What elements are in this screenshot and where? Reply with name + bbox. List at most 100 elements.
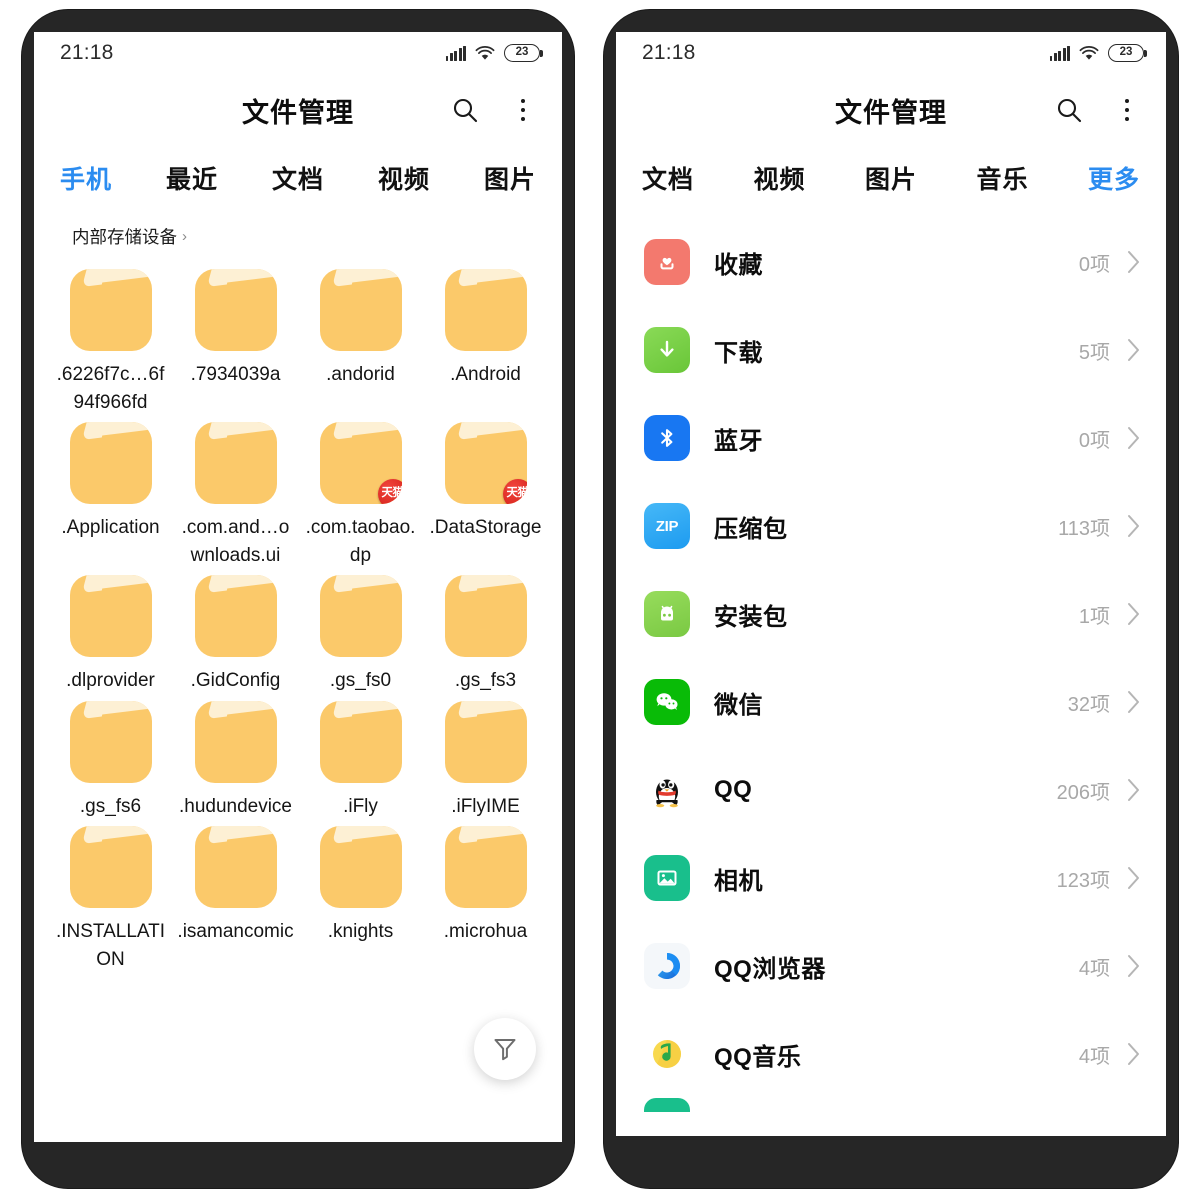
filter-funnel-icon[interactable] bbox=[474, 1018, 536, 1080]
list-item[interactable]: 收藏 0项 bbox=[616, 218, 1166, 306]
chevron-right-icon: › bbox=[182, 228, 187, 245]
folder-name: .Android bbox=[450, 364, 521, 385]
tab-more[interactable]: 更多 bbox=[1088, 160, 1140, 196]
tab-music[interactable]: 音乐 bbox=[976, 160, 1028, 196]
tab-phone[interactable]: 手机 bbox=[60, 160, 112, 196]
folder-icon bbox=[194, 422, 277, 505]
chevron-right-icon bbox=[1126, 865, 1142, 891]
folder-item[interactable]: .knights bbox=[298, 826, 423, 973]
folder-item[interactable]: 天猫 .DataStorage bbox=[423, 422, 548, 569]
folder-item[interactable]: .andorid bbox=[298, 269, 423, 416]
qq-penguin-icon bbox=[644, 767, 690, 813]
zip-icon: ZIP bbox=[644, 503, 690, 549]
folder-item[interactable]: .com.and…ownloads.ui bbox=[173, 422, 298, 569]
chevron-right-icon bbox=[1126, 953, 1142, 979]
app-bar-left: 文件管理 bbox=[34, 74, 562, 146]
folder-icon bbox=[319, 269, 402, 351]
tmall-badge-label: 天猫 bbox=[506, 487, 527, 500]
folder-item[interactable]: .gs_fs6 bbox=[48, 700, 173, 821]
list-item[interactable]: QQ音乐 4项 bbox=[616, 1010, 1166, 1098]
folder-name: .7934039a bbox=[190, 364, 281, 385]
battery-icon: 23 bbox=[1108, 44, 1147, 62]
list-item-label: 相机 bbox=[714, 867, 763, 895]
folder-name: .microhua bbox=[443, 921, 528, 943]
tmall-badge-icon: 天猫 bbox=[377, 479, 402, 505]
folder-item[interactable]: .dlprovider bbox=[48, 575, 173, 695]
next-category-icon bbox=[644, 1098, 690, 1112]
folder-item[interactable]: .iFlyIME bbox=[423, 700, 548, 821]
tab-docs[interactable]: 文档 bbox=[642, 160, 694, 196]
battery-level: 23 bbox=[1119, 46, 1133, 59]
tab-images[interactable]: 图片 bbox=[484, 160, 536, 196]
folder-item[interactable]: 天猫 .com.taobao.dp bbox=[298, 422, 423, 569]
list-item-count: 32项 bbox=[1067, 693, 1110, 716]
list-item[interactable]: 微信 32项 bbox=[616, 658, 1166, 746]
folder-icon bbox=[194, 269, 277, 351]
list-item-label: 蓝牙 bbox=[714, 427, 763, 455]
folder-icon bbox=[69, 826, 152, 909]
list-item[interactable]: QQ浏览器 4项 bbox=[616, 922, 1166, 1010]
folder-item[interactable]: .gs_fs0 bbox=[298, 575, 423, 695]
category-list: 收藏 0项 下载 5项 蓝牙 0项 ZIP 压缩包 113项 安装包 1项 微信 32项 QQ 206项 相机… bbox=[616, 214, 1166, 1098]
list-item[interactable]: 下载 5项 bbox=[616, 306, 1166, 394]
folder-name: .6226f7c…6f94f966fd bbox=[56, 364, 165, 413]
folder-name: .GidConfig bbox=[190, 670, 281, 692]
download-icon bbox=[644, 327, 690, 373]
search-icon[interactable] bbox=[1052, 93, 1086, 127]
folder-icon bbox=[444, 700, 527, 783]
list-item[interactable]: 相机 123项 bbox=[616, 834, 1166, 922]
list-item[interactable]: 安装包 1项 bbox=[616, 570, 1166, 658]
favorites-icon bbox=[644, 239, 690, 285]
chevron-right-icon bbox=[1126, 689, 1142, 715]
list-item[interactable]: 蓝牙 0项 bbox=[616, 394, 1166, 482]
folder-item[interactable]: .gs_fs3 bbox=[423, 575, 548, 695]
chevron-right-icon bbox=[1126, 337, 1142, 363]
folder-icon bbox=[69, 269, 152, 351]
tab-video[interactable]: 视频 bbox=[378, 160, 430, 196]
folder-name: .iFly bbox=[343, 795, 378, 817]
status-indicators: 23 bbox=[445, 44, 543, 62]
folder-item[interactable]: .isamancomic bbox=[173, 826, 298, 973]
folder-item[interactable]: .microhua bbox=[423, 826, 548, 973]
folder-item[interactable]: .iFly bbox=[298, 700, 423, 821]
folder-item[interactable]: .GidConfig bbox=[173, 575, 298, 695]
list-item-partial[interactable] bbox=[616, 1098, 1166, 1112]
qq-browser-icon bbox=[644, 943, 690, 989]
list-item-count: 113项 bbox=[1058, 517, 1110, 540]
app-bar-actions bbox=[1052, 93, 1144, 127]
folder-item[interactable]: .Application bbox=[48, 422, 173, 569]
tab-recent[interactable]: 最近 bbox=[166, 160, 218, 196]
folder-name: .andorid bbox=[326, 364, 395, 385]
list-item[interactable]: QQ 206项 bbox=[616, 746, 1166, 834]
folder-icon bbox=[319, 826, 402, 909]
more-options-icon[interactable] bbox=[1110, 93, 1144, 127]
status-clock: 21:18 bbox=[60, 41, 114, 64]
folder-item[interactable]: .Android bbox=[423, 269, 548, 416]
folder-icon bbox=[319, 575, 402, 658]
folder-icon bbox=[69, 700, 152, 783]
folder-icon: 天猫 bbox=[319, 422, 402, 505]
screenshot-stage: 21:18 23 文件管理 手机 最近 文档 视频 图片 内部存储设备 › .6… bbox=[0, 0, 1200, 1196]
tab-images[interactable]: 图片 bbox=[865, 160, 917, 196]
tab-docs[interactable]: 文档 bbox=[272, 160, 324, 196]
camera-icon bbox=[644, 855, 690, 901]
breadcrumb[interactable]: 内部存储设备 › bbox=[34, 214, 562, 253]
list-item-count: 123项 bbox=[1056, 869, 1110, 892]
search-icon[interactable] bbox=[448, 93, 482, 127]
list-item-label: QQ音乐 bbox=[714, 1043, 802, 1071]
status-indicators: 23 bbox=[1049, 44, 1147, 62]
folder-item[interactable]: .INSTALLATION bbox=[48, 826, 173, 973]
folder-item[interactable]: .hudundevice bbox=[173, 700, 298, 821]
signal-bars-icon bbox=[445, 45, 466, 61]
tab-video[interactable]: 视频 bbox=[753, 160, 805, 196]
folder-icon bbox=[194, 700, 277, 783]
chevron-right-icon bbox=[1126, 1041, 1142, 1067]
battery-level: 23 bbox=[515, 46, 529, 59]
folder-icon: 天猫 bbox=[444, 422, 527, 505]
list-item[interactable]: ZIP 压缩包 113项 bbox=[616, 482, 1166, 570]
more-options-icon[interactable] bbox=[506, 93, 540, 127]
folder-item[interactable]: .7934039a bbox=[173, 269, 298, 416]
folder-item[interactable]: .6226f7c…6f94f966fd bbox=[48, 269, 173, 416]
folder-icon bbox=[444, 826, 527, 909]
folder-name: .dlprovider bbox=[66, 670, 155, 692]
